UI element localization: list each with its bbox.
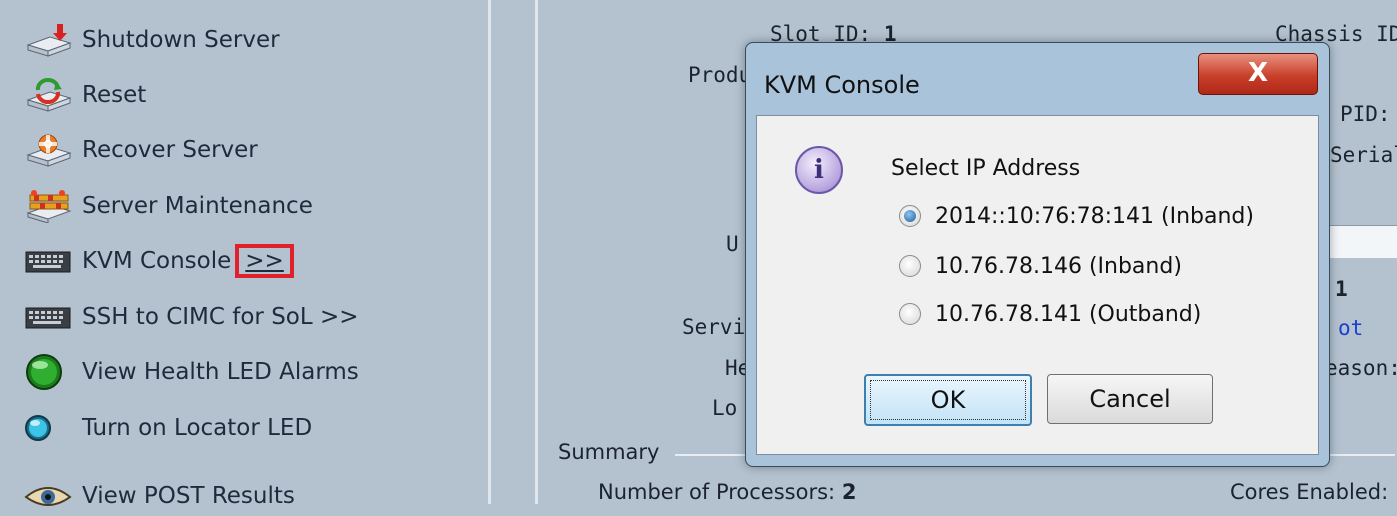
ip-option-inband-ipv6[interactable]: 2014::10:76:78:141 (Inband) xyxy=(899,200,1254,232)
radio-unselected-icon[interactable] xyxy=(899,303,921,325)
recover-server-icon xyxy=(24,132,74,168)
ip-option-inband-ipv4[interactable]: 10.76.78.146 (Inband) xyxy=(899,250,1182,282)
right-link[interactable]: ot xyxy=(1338,316,1363,340)
u-label: U xyxy=(726,232,739,256)
recover-server-label: Recover Server xyxy=(82,137,258,163)
cancel-button-label: Cancel xyxy=(1089,385,1171,413)
dialog-title: KVM Console xyxy=(764,71,920,99)
product-label: Produ xyxy=(688,63,752,87)
kvm-console-action[interactable]: KVM Console >> xyxy=(24,241,294,281)
blue-led-icon xyxy=(24,410,74,446)
summary-heading: Summary xyxy=(558,440,660,464)
ip-option-label: 2014::10:76:78:141 (Inband) xyxy=(935,203,1254,229)
select-ip-prompt: Select IP Address xyxy=(891,156,1081,181)
cores-enabled-label: Cores Enabled: xyxy=(1230,480,1389,504)
turn-on-locator-led-action[interactable]: Turn on Locator LED xyxy=(24,408,312,448)
dialog-body: i Select IP Address 2014::10:76:78:141 (… xyxy=(756,115,1319,455)
num-processors-field: Number of Processors: 2 xyxy=(598,480,856,504)
view-post-results-action[interactable]: View POST Results xyxy=(24,476,295,516)
pid-label: PID: xyxy=(1340,102,1391,126)
keyboard-icon xyxy=(24,243,74,279)
server-actions-panel: Shutdown Server Reset Recover Server Ser… xyxy=(0,0,488,509)
green-led-icon xyxy=(24,354,74,390)
panel-divider xyxy=(535,0,538,504)
service-label: Servi xyxy=(682,315,746,339)
shutdown-server-action[interactable]: Shutdown Server xyxy=(24,20,280,60)
reset-action[interactable]: Reset xyxy=(24,75,146,115)
server-maintenance-icon xyxy=(24,188,74,224)
ip-option-label: 10.76.78.141 (Outband) xyxy=(935,301,1202,327)
focus-ring xyxy=(870,380,1026,420)
num-processors-value: 2 xyxy=(841,480,857,504)
panel-gutter xyxy=(491,0,535,504)
view-post-results-label: View POST Results xyxy=(82,483,295,509)
reset-icon xyxy=(24,77,74,113)
keyboard-icon xyxy=(24,299,74,335)
info-icon: i xyxy=(795,146,843,194)
recover-server-action[interactable]: Recover Server xyxy=(24,130,258,170)
num-processors-label: Number of Processors: xyxy=(598,480,836,504)
ip-option-outband[interactable]: 10.76.78.141 (Outband) xyxy=(899,298,1201,330)
server-maintenance-action[interactable]: Server Maintenance xyxy=(24,186,313,226)
view-health-led-alarms-label: View Health LED Alarms xyxy=(82,359,359,385)
cancel-button[interactable]: Cancel xyxy=(1047,374,1213,424)
radio-selected-icon[interactable] xyxy=(899,205,921,227)
view-health-led-alarms-action[interactable]: View Health LED Alarms xyxy=(24,352,359,392)
serial-label: Serial: xyxy=(1330,143,1397,167)
close-button[interactable]: X xyxy=(1198,53,1318,95)
eye-icon xyxy=(24,478,74,514)
loc-label: Lo xyxy=(712,396,738,420)
radio-unselected-icon[interactable] xyxy=(899,255,921,277)
reset-label: Reset xyxy=(82,82,147,108)
ssh-to-cimc-action[interactable]: SSH to CIMC for SoL >> xyxy=(24,297,359,337)
ok-button[interactable]: OK xyxy=(864,374,1032,426)
turn-on-locator-led-label: Turn on Locator LED xyxy=(82,415,313,441)
ip-option-label: 10.76.78.146 (Inband) xyxy=(935,253,1182,279)
right-value: 1 xyxy=(1335,277,1348,301)
ssh-to-cimc-label: SSH to CIMC for SoL >> xyxy=(82,304,359,330)
shutdown-server-label: Shutdown Server xyxy=(82,27,280,53)
kvm-console-dialog: KVM Console X i Select IP Address 2014::… xyxy=(745,42,1330,467)
kvm-console-label: KVM Console xyxy=(82,248,232,274)
kvm-console-more-link[interactable]: >> xyxy=(235,244,294,278)
server-maintenance-label: Server Maintenance xyxy=(82,193,313,219)
reason-label: eason: xyxy=(1325,356,1397,380)
shutdown-server-icon xyxy=(24,22,74,58)
